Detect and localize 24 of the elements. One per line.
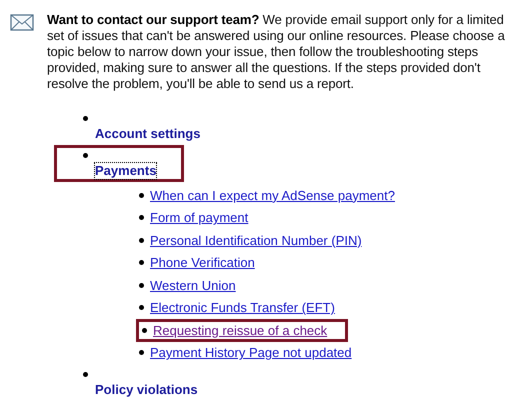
subtopic-link[interactable]: Personal Identification Number (PIN): [150, 232, 362, 248]
bullet-icon: [139, 305, 144, 310]
subtopic-link[interactable]: When can I expect my AdSense payment?: [150, 188, 395, 203]
subtopic-link[interactable]: Electronic Funds Transfer (EFT): [150, 300, 335, 316]
bullet-icon: [142, 328, 147, 333]
topic-link[interactable]: Payments: [95, 163, 156, 179]
support-intro-text: Want to contact our support team? We provide email support only for a limited set of issues that can't be answered using our online resources. Please choose a topic below to narrow down your issue, then follow the troubleshooting steps provided, making sure to answer all the questions. If the steps provided don't resolve the problem, you'll be able to send us a report.: [47, 12, 506, 92]
subtopic-link[interactable]: Western Union: [150, 278, 236, 293]
subtopic-link[interactable]: Requesting reissue of a check: [153, 322, 328, 338]
bullet-icon: [139, 215, 144, 220]
subtopic-link[interactable]: Form of payment: [150, 210, 248, 226]
subtopic-link[interactable]: Phone Verification: [150, 255, 255, 270]
subtopic-link[interactable]: Payment History Page not updated: [150, 345, 352, 360]
bullet-icon: [139, 282, 144, 288]
bullet-icon: [139, 350, 144, 356]
bullet-icon: [139, 192, 144, 198]
bullet-icon: [83, 153, 88, 158]
envelope-icon: [10, 14, 34, 31]
bullet-icon: [139, 238, 144, 243]
bullet-icon: [83, 116, 88, 121]
bullet-icon: [139, 260, 144, 266]
bullet-icon: [83, 372, 88, 377]
topic-link[interactable]: Account settings: [95, 126, 200, 142]
topic-link[interactable]: Policy violations: [95, 382, 198, 398]
